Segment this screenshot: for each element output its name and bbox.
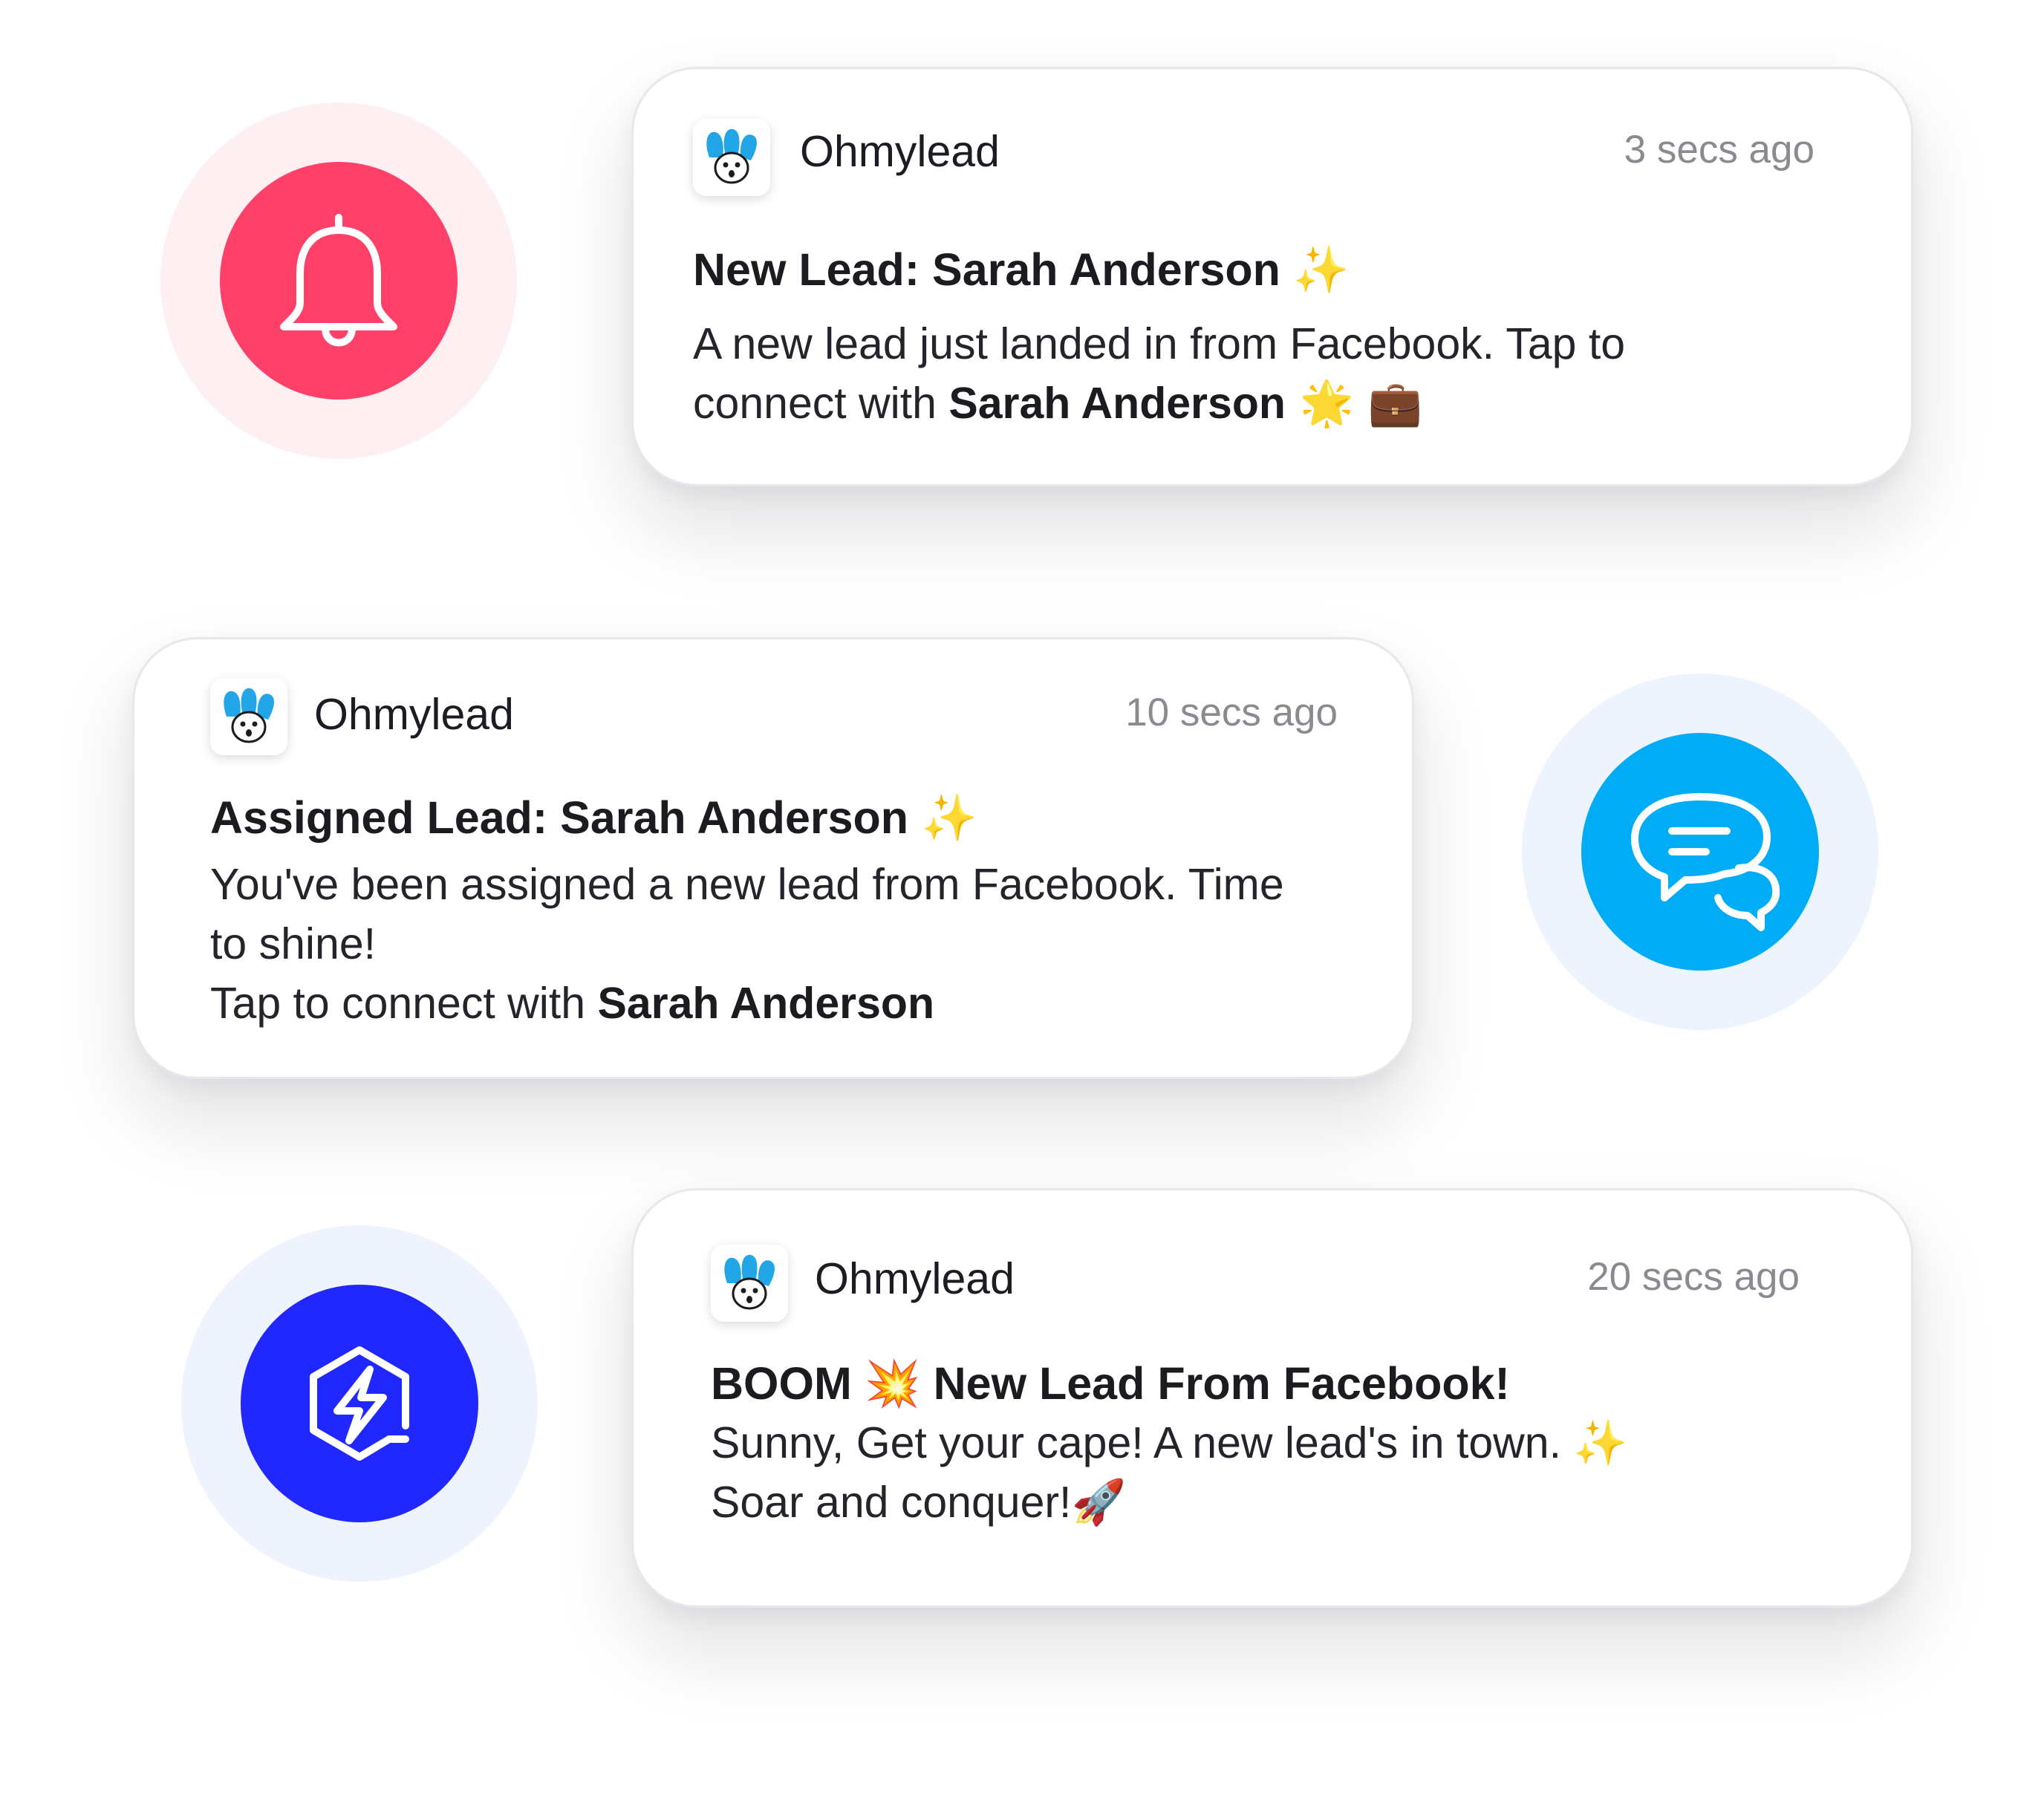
notification-title: BOOM 💥 New Lead From Facebook! (711, 1358, 1510, 1409)
body-line: connect with Sarah Anderson 🌟 💼 (693, 374, 1625, 433)
timestamp: 3 secs ago (1624, 128, 1814, 172)
body-text: Sunny, Get your cape! A new lead's in to… (711, 1418, 1561, 1467)
notification-body: Sunny, Get your cape! A new lead's in to… (711, 1413, 1628, 1532)
title-text: Assigned Lead: Sarah Anderson (210, 792, 909, 843)
star-briefcase-emoji: 🌟 💼 (1285, 377, 1423, 428)
body-line: Soar and conquer!🚀 (711, 1473, 1628, 1532)
collision-emoji: 💥 (864, 1357, 921, 1410)
bolt-badge-halo (181, 1225, 538, 1582)
body-line: A new lead just landed in from Facebook.… (693, 319, 1626, 368)
title-boom: BOOM (711, 1358, 852, 1409)
app-name: Ohmylead (815, 1254, 1015, 1303)
rocket-emoji: 🚀 (1071, 1476, 1126, 1528)
notification-title: New Lead: Sarah Anderson ✨ (693, 247, 1350, 293)
ohmylead-logo-icon (210, 678, 287, 755)
ohmylead-logo-icon (693, 119, 770, 196)
sparkles-emoji: ✨ (1573, 1417, 1628, 1468)
body-text: Tap to connect with (210, 979, 598, 1028)
body-line: Sunny, Get your cape! A new lead's in to… (711, 1413, 1628, 1473)
body-line: Tap to connect with Sarah Anderson (210, 974, 1284, 1033)
bell-badge (220, 162, 458, 400)
chat-badge (1581, 733, 1819, 971)
notification-card-boom[interactable]: Ohmylead 20 secs ago BOOM 💥 New Lead Fro… (631, 1188, 1913, 1608)
sparkles-emoji: ✨ (921, 792, 977, 844)
notification-card-new-lead[interactable]: Ohmylead 3 secs ago New Lead: Sarah Ande… (631, 67, 1913, 486)
title-text: New Lead From Facebook! (933, 1358, 1510, 1409)
app-name: Ohmylead (314, 690, 514, 739)
notification-title: Assigned Lead: Sarah Anderson ✨ (210, 795, 977, 841)
body-text: connect with (693, 379, 949, 428)
bell-badge-halo (160, 102, 517, 459)
body-line: You've been assigned a new lead from Fac… (210, 860, 1284, 909)
notification-body: You've been assigned a new lead from Fac… (210, 855, 1284, 1033)
sparkles-emoji: ✨ (1292, 244, 1350, 296)
chat-bubbles-icon (1631, 793, 1780, 931)
bell-icon (280, 214, 397, 347)
body-line: to shine! (210, 919, 377, 968)
timestamp: 10 secs ago (1125, 691, 1338, 734)
notification-body: A new lead just landed in from Facebook.… (693, 314, 1625, 433)
title-text: New Lead: Sarah Anderson (693, 244, 1280, 295)
body-text: Soar and conquer! (711, 1478, 1072, 1527)
notification-card-assigned-lead[interactable]: Ohmylead 10 secs ago Assigned Lead: Sara… (132, 637, 1414, 1079)
bolt-badge (241, 1285, 478, 1522)
lightning-hexagon-icon (310, 1346, 409, 1461)
app-name: Ohmylead (800, 127, 1000, 176)
ohmylead-logo-icon (711, 1245, 788, 1322)
lead-name: Sarah Anderson (948, 379, 1286, 428)
lead-name: Sarah Anderson (597, 979, 935, 1028)
chat-badge-halo (1522, 674, 1878, 1030)
timestamp: 20 secs ago (1587, 1255, 1800, 1299)
